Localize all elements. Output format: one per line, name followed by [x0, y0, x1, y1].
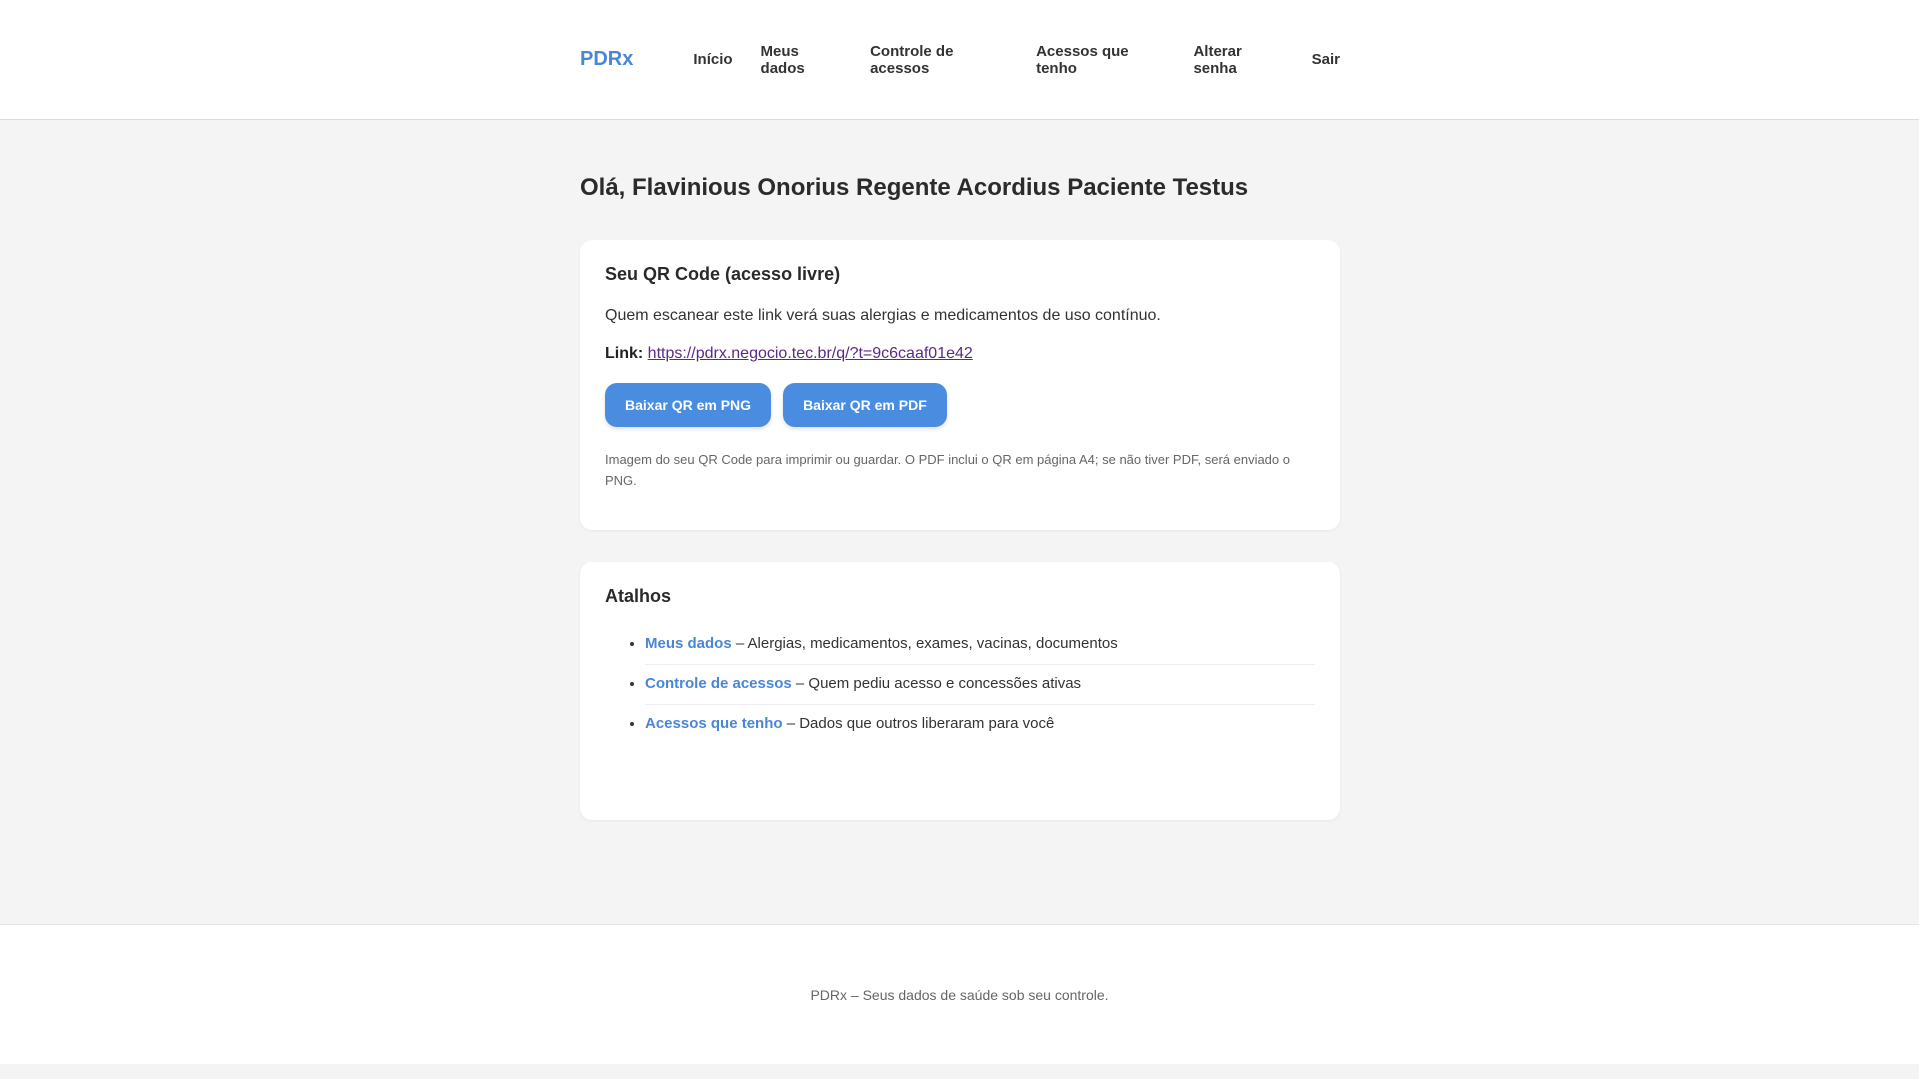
- download-qr-pdf-button[interactable]: Baixar QR em PDF: [783, 383, 947, 427]
- main-nav: Início Meus dados Controle de acessos Ac…: [693, 43, 1340, 77]
- qr-link-row: Link: https://pdrx.negocio.tec.br/q/?t=9…: [605, 345, 1315, 363]
- header-inner: PDRx Início Meus dados Controle de acess…: [580, 0, 1340, 119]
- shortcut-link-meus-dados[interactable]: Meus dados: [645, 635, 732, 652]
- shortcut-description: – Quem pediu acesso e concessões ativas: [791, 675, 1082, 692]
- list-item: Acessos que tenho – Dados que outros lib…: [645, 705, 1315, 744]
- shortcuts-list: Meus dados – Alergias, medicamentos, exa…: [605, 625, 1315, 744]
- nav-item-alterar-senha[interactable]: Alterar senha: [1193, 43, 1283, 77]
- qr-code-card: Seu QR Code (acesso livre) Quem escanear…: [580, 240, 1340, 530]
- list-item: Meus dados – Alergias, medicamentos, exa…: [645, 625, 1315, 665]
- brand-logo-link[interactable]: PDRx: [580, 48, 633, 71]
- shortcut-link-acessos-que-tenho[interactable]: Acessos que tenho: [645, 715, 783, 732]
- qr-link-label: Link:: [605, 345, 644, 362]
- site-footer: PDRx – Seus dados de saúde sob seu contr…: [0, 924, 1919, 1064]
- shortcut-description: – Alergias, medicamentos, exames, vacina…: [731, 635, 1118, 652]
- main-content: Olá, Flavinious Onorius Regente Acordius…: [580, 120, 1340, 820]
- site-header: PDRx Início Meus dados Controle de acess…: [0, 0, 1919, 120]
- qr-card-description: Quem escanear este link verá suas alergi…: [605, 307, 1161, 324]
- shortcut-link-controle-de-acessos[interactable]: Controle de acessos: [645, 675, 792, 692]
- nav-item-controle-de-acessos[interactable]: Controle de acessos: [870, 43, 1008, 77]
- qr-card-note: Imagem do seu QR Code para imprimir ou g…: [605, 452, 1290, 488]
- nav-item-acessos-que-tenho[interactable]: Acessos que tenho: [1036, 43, 1165, 77]
- shortcuts-card-title: Atalhos: [605, 586, 672, 606]
- qr-card-title: Seu QR Code (acesso livre): [605, 264, 841, 284]
- qr-link-url[interactable]: https://pdrx.negocio.tec.br/q/?t=9c6caaf…: [648, 345, 973, 362]
- shortcuts-card: Atalhos Meus dados – Alergias, medicamen…: [580, 562, 1340, 820]
- download-qr-png-button[interactable]: Baixar QR em PNG: [605, 383, 772, 427]
- footer-text: PDRx – Seus dados de saúde sob seu contr…: [810, 986, 1109, 1003]
- nav-item-meus-dados[interactable]: Meus dados: [761, 43, 843, 77]
- qr-download-buttons: Baixar QR em PNG Baixar QR em PDF: [605, 383, 1315, 427]
- nav-item-inicio[interactable]: Início: [693, 51, 732, 68]
- shortcut-description: – Dados que outros liberaram para você: [782, 715, 1055, 732]
- list-item: Controle de acessos – Quem pediu acesso …: [645, 665, 1315, 705]
- nav-item-sair[interactable]: Sair: [1312, 51, 1340, 68]
- page-greeting: Olá, Flavinious Onorius Regente Acordius…: [580, 174, 1249, 201]
